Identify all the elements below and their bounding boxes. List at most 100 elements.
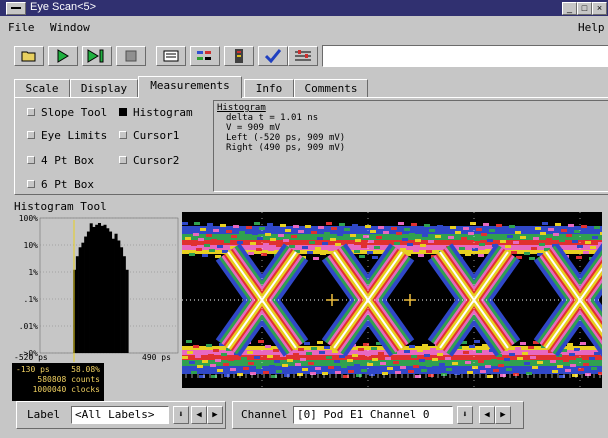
menu-help[interactable]: Help (578, 21, 605, 34)
eye-speckle (455, 231, 461, 234)
eye-speckle (574, 230, 580, 233)
measurements-panel: Slope Tool Histogram Eye Limits Cursor1 … (14, 97, 608, 195)
eye-speckle (596, 362, 602, 365)
check-icon[interactable] (258, 46, 288, 66)
channel-select[interactable]: [0] Pod E1 Channel 0 (293, 406, 453, 424)
cursor1-checkbox[interactable]: Cursor1 (119, 129, 179, 142)
eye-speckle (270, 238, 276, 241)
eye-speckle (254, 356, 260, 359)
histogram-bar (89, 223, 93, 353)
eye-speckle (561, 229, 567, 232)
eye-speckle (398, 222, 404, 225)
eye-speckle (276, 370, 282, 373)
eye-speckle (330, 238, 336, 241)
label-prev-icon[interactable]: ◀ (191, 406, 207, 424)
stop-icon[interactable] (116, 46, 146, 66)
eye-speckle (515, 347, 521, 350)
eye-speckle (231, 235, 237, 238)
eye-speckle (250, 372, 256, 375)
eye-speckle (504, 358, 510, 361)
6pt-box-checkbox[interactable]: 6 Pt Box (27, 178, 94, 191)
eye-speckle (463, 351, 469, 354)
command-input[interactable] (322, 45, 608, 67)
eye-speckle (394, 242, 400, 245)
eye-speckle (498, 364, 504, 367)
histogram-chart[interactable]: 100%10%1%.1%.01%>0% -520 ps 490 ps (12, 212, 180, 388)
eye-speckle (326, 222, 332, 225)
tab-measurements[interactable]: Measurements (138, 76, 242, 98)
eye-speckle (429, 229, 435, 232)
eye-speckle (248, 252, 254, 255)
eye-speckle (368, 240, 374, 243)
measurement-readout: Histogram delta t = 1.01 ns V = 909 mV L… (213, 100, 608, 192)
close-button[interactable]: × (592, 2, 607, 15)
eye-speckle (380, 362, 386, 365)
eye-speckle (446, 368, 452, 371)
channel-prev-icon[interactable]: ◀ (479, 406, 495, 424)
histogram-bar (109, 231, 113, 353)
properties-icon[interactable] (288, 46, 318, 66)
toolbar (0, 40, 608, 70)
run-repetitive-icon[interactable] (82, 46, 112, 66)
checkbox-box (119, 131, 127, 139)
eye-speckle (487, 239, 493, 242)
system-menu-icon[interactable] (6, 2, 26, 15)
eye-speckle (182, 222, 188, 225)
eye-speckle (339, 355, 345, 358)
label-group: Label <All Labels> ⬇ ◀ ▶ (16, 401, 226, 429)
tab-display[interactable]: Display (70, 79, 138, 97)
eye-speckle (321, 361, 327, 364)
hardware-icon[interactable] (224, 46, 254, 66)
4pt-box-checkbox[interactable]: 4 Pt Box (27, 154, 94, 167)
eye-speckle (219, 235, 225, 238)
eye-speckle (210, 364, 216, 367)
histogram-checkbox[interactable]: Histogram (119, 106, 193, 119)
eye-speckle (513, 241, 519, 244)
eye-speckle (183, 247, 189, 250)
channel-dropdown-icon[interactable]: ⬇ (457, 406, 473, 424)
eye-speckle (402, 238, 408, 241)
minimize-button[interactable]: _ (562, 2, 577, 15)
eye-speckle (461, 237, 467, 240)
eye-speckle (213, 229, 219, 232)
eye-speckle (555, 223, 561, 226)
eye-speckle (567, 343, 573, 346)
notepad-icon[interactable] (156, 46, 186, 66)
eye-speckle (585, 241, 591, 244)
run-icon[interactable] (48, 46, 78, 66)
eye-diagram[interactable] (182, 212, 602, 388)
eye-speckle (337, 233, 343, 236)
menu-file[interactable]: File (8, 21, 35, 34)
channel-next-icon[interactable]: ▶ (495, 406, 511, 424)
maximize-button[interactable]: □ (577, 2, 592, 15)
label-dropdown-icon[interactable]: ⬇ (173, 406, 189, 424)
eye-speckle (517, 357, 523, 360)
markers-icon[interactable] (190, 46, 220, 66)
eye-speckle (291, 235, 297, 238)
menu-window[interactable]: Window (50, 21, 90, 34)
tab-info[interactable]: Info (244, 79, 294, 97)
slope-tool-checkbox[interactable]: Slope Tool (27, 106, 107, 119)
eye-speckle (348, 244, 354, 247)
measurement-line: V = 909 mV (226, 123, 281, 133)
label-select[interactable]: <All Labels> (71, 406, 169, 424)
open-folder-icon[interactable] (14, 46, 44, 66)
eye-speckle (577, 245, 583, 248)
eye-speckle (259, 227, 265, 230)
eye-speckle (531, 247, 537, 250)
cursor2-checkbox[interactable]: Cursor2 (119, 154, 179, 167)
eye-speckle (418, 254, 424, 257)
eye-speckle (315, 367, 321, 370)
eye-speckle (282, 364, 288, 367)
eye-speckle (442, 230, 448, 233)
tab-scale[interactable]: Scale (14, 79, 70, 97)
eye-speckle (478, 360, 484, 363)
eye-speckle (535, 351, 541, 354)
label-next-icon[interactable]: ▶ (207, 406, 223, 424)
checkbox-box (119, 108, 127, 116)
tab-comments[interactable]: Comments (294, 79, 368, 97)
eye-speckle (515, 231, 521, 234)
eye-speckle (467, 371, 473, 374)
eye-speckle (304, 236, 310, 239)
eye-limits-checkbox[interactable]: Eye Limits (27, 129, 107, 142)
